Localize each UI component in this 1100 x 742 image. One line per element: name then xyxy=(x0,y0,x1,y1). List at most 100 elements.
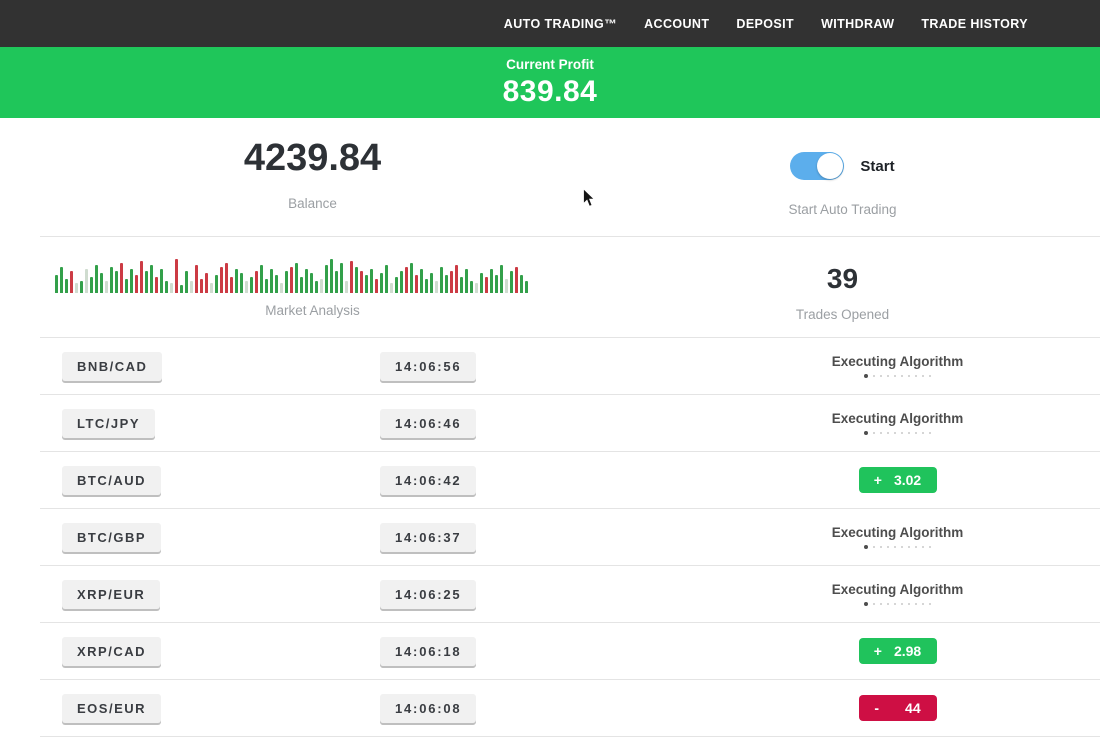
chart-bar xyxy=(270,269,273,293)
progress-dot xyxy=(915,603,917,605)
toggle-label: Start xyxy=(860,158,894,175)
nav-item-auto-trading[interactable]: AUTO TRADING™ xyxy=(504,17,617,31)
trade-status-cell: + 3.02 xyxy=(800,467,995,493)
chart-bar xyxy=(90,277,93,293)
market-analysis-label: Market Analysis xyxy=(40,303,585,318)
progress-dot xyxy=(908,546,910,548)
chart-bar xyxy=(345,281,348,293)
chart-bar xyxy=(385,265,388,293)
chart-bar xyxy=(295,263,298,293)
chart-bar xyxy=(460,277,463,293)
pair-chip[interactable]: LTC/JPY xyxy=(62,409,155,438)
trades-list: BNB/CAD 14:06:56 Executing Algorithm LTC… xyxy=(0,338,1100,737)
progress-dot xyxy=(929,546,931,548)
progress-dot xyxy=(929,603,931,605)
result-sign: + xyxy=(874,643,882,659)
progress-dot xyxy=(922,546,924,548)
time-chip[interactable]: 14:06:46 xyxy=(380,409,476,438)
chart-bar xyxy=(525,281,528,293)
chart-bar xyxy=(490,269,493,293)
chart-bar xyxy=(445,275,448,293)
chart-bar xyxy=(85,269,88,293)
chart-bar xyxy=(170,283,173,293)
trade-row: BNB/CAD 14:06:56 Executing Algorithm xyxy=(40,338,1100,395)
chart-bar xyxy=(400,271,403,293)
chart-bar xyxy=(275,275,278,293)
trade-status-cell: Executing Algorithm xyxy=(800,525,995,549)
profit-badge: + 3.02 xyxy=(859,467,937,493)
trade-row: XRP/EUR 14:06:25 Executing Algorithm xyxy=(40,566,1100,623)
progress-dot xyxy=(880,546,882,548)
executing-status-label: Executing Algorithm xyxy=(832,582,964,597)
time-chip[interactable]: 14:06:08 xyxy=(380,694,476,723)
chart-bar xyxy=(120,263,123,293)
chart-bar xyxy=(55,275,58,293)
auto-trading-label: Start Auto Trading xyxy=(585,202,1100,217)
chart-bar xyxy=(230,277,233,293)
chart-bar xyxy=(240,273,243,293)
chart-bar xyxy=(115,271,118,293)
nav-item-account[interactable]: ACCOUNT xyxy=(644,17,709,31)
progress-dot xyxy=(887,432,889,434)
pair-chip[interactable]: XRP/EUR xyxy=(62,580,160,609)
chart-bar xyxy=(60,267,63,293)
chart-bar xyxy=(395,277,398,293)
progress-dot xyxy=(929,375,931,377)
progress-dot xyxy=(887,375,889,377)
progress-dot xyxy=(922,375,924,377)
chart-bar xyxy=(360,271,363,293)
progress-dot xyxy=(908,603,910,605)
time-chip[interactable]: 14:06:18 xyxy=(380,637,476,666)
progress-dot xyxy=(922,432,924,434)
progress-dot xyxy=(864,431,868,435)
trade-status-cell: - 44 xyxy=(800,695,995,721)
chart-bar xyxy=(335,271,338,293)
time-chip[interactable]: 14:06:42 xyxy=(380,466,476,495)
executing-status-label: Executing Algorithm xyxy=(832,354,964,369)
trade-row: BTC/GBP 14:06:37 Executing Algorithm xyxy=(40,509,1100,566)
chart-bar xyxy=(215,275,218,293)
chart-bar xyxy=(65,279,68,293)
pair-chip[interactable]: EOS/EUR xyxy=(62,694,161,723)
nav-item-trade-history[interactable]: TRADE HISTORY xyxy=(921,17,1028,31)
stats-section: 4239.84 Balance Start Start Auto Trading xyxy=(0,118,1100,236)
chart-bar xyxy=(110,267,113,293)
chart-bar xyxy=(75,283,78,293)
time-chip[interactable]: 14:06:37 xyxy=(380,523,476,552)
chart-bar xyxy=(485,277,488,293)
progress-dot xyxy=(929,432,931,434)
pair-chip[interactable]: BTC/AUD xyxy=(62,466,161,495)
pair-chip[interactable]: BNB/CAD xyxy=(62,352,162,381)
progress-dot xyxy=(864,545,868,549)
progress-dot xyxy=(901,375,903,377)
chart-bar xyxy=(515,267,518,293)
chart-bar xyxy=(405,267,408,293)
nav-item-withdraw[interactable]: WITHDRAW xyxy=(821,17,894,31)
profit-banner: Current Profit 839.84 xyxy=(0,47,1100,118)
balance-label: Balance xyxy=(40,196,585,211)
pair-chip[interactable]: XRP/CAD xyxy=(62,637,161,666)
progress-dots xyxy=(864,545,931,549)
profit-banner-value: 839.84 xyxy=(503,75,598,109)
chart-bar xyxy=(125,279,128,293)
progress-dot xyxy=(873,432,875,434)
progress-dot xyxy=(901,546,903,548)
chart-bar xyxy=(370,269,373,293)
auto-trading-toggle[interactable] xyxy=(790,152,844,180)
chart-bar xyxy=(180,285,183,293)
progress-dot xyxy=(894,603,896,605)
nav-item-deposit[interactable]: DEPOSIT xyxy=(736,17,794,31)
chart-bar xyxy=(195,265,198,293)
progress-dot xyxy=(864,602,868,606)
result-amount: 44 xyxy=(905,700,921,716)
progress-dot xyxy=(915,546,917,548)
result-amount: 2.98 xyxy=(894,643,921,659)
trades-opened-value: 39 xyxy=(585,257,1100,295)
chart-bar xyxy=(160,269,163,293)
time-chip[interactable]: 14:06:25 xyxy=(380,580,476,609)
time-chip[interactable]: 14:06:56 xyxy=(380,352,476,381)
chart-bar xyxy=(310,273,313,293)
pair-chip[interactable]: BTC/GBP xyxy=(62,523,161,552)
chart-bar xyxy=(80,281,83,293)
top-nav: AUTO TRADING™ ACCOUNT DEPOSIT WITHDRAW TRADE… xyxy=(0,0,1100,47)
